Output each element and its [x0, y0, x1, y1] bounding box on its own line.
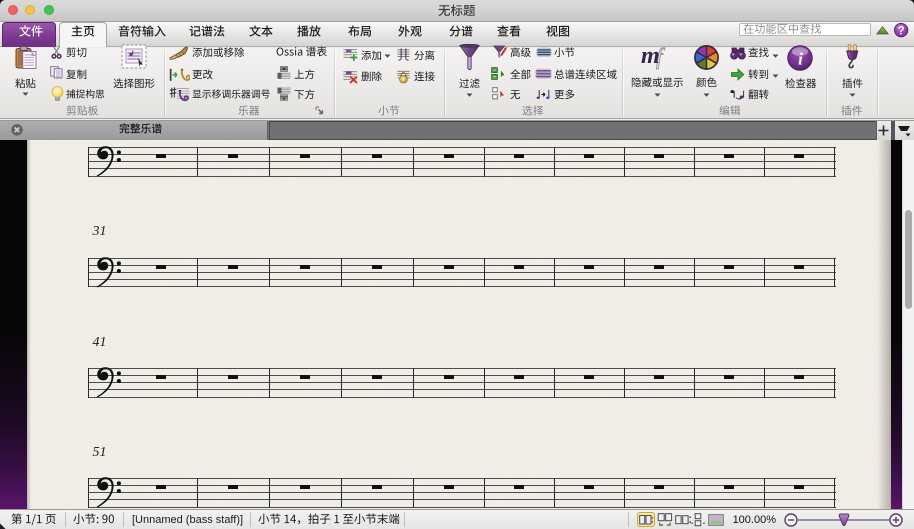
- svg-text:?: ?: [898, 25, 905, 37]
- svg-text:i: i: [798, 49, 803, 68]
